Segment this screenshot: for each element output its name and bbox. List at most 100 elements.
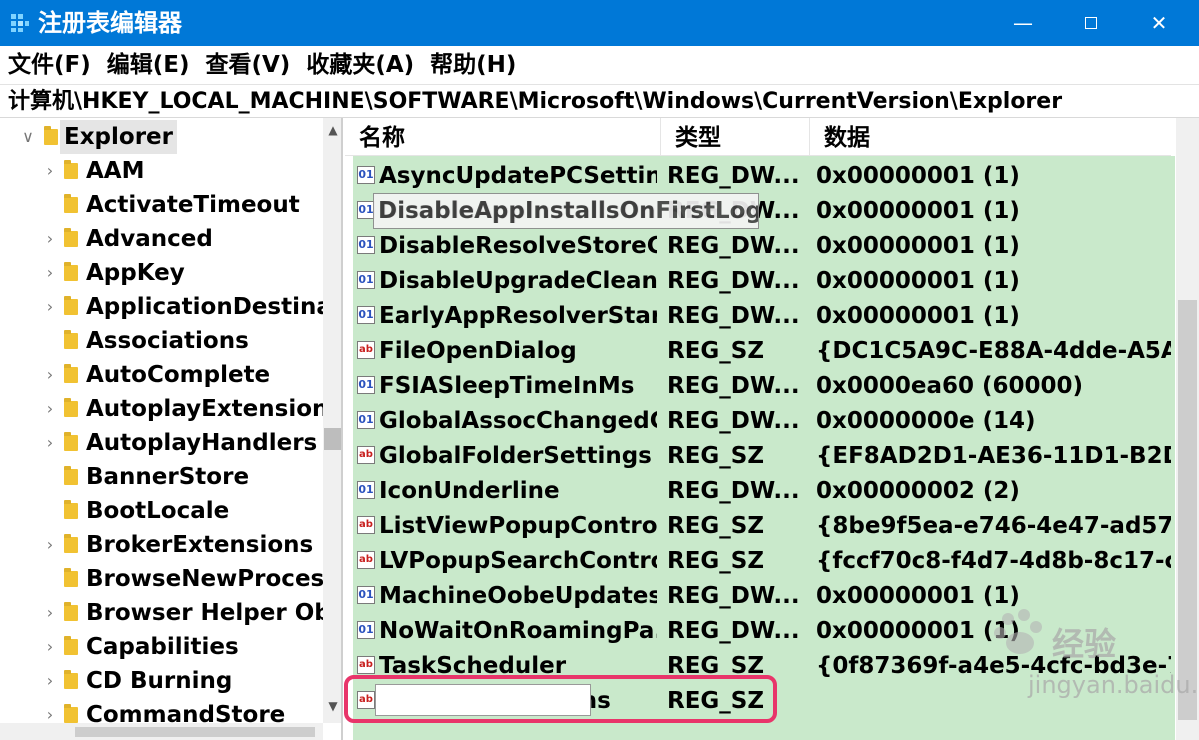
menu-bar: 文件(F) 编辑(E) 查看(V) 收藏夹(A) 帮助(H) [0,46,1199,84]
tree-item[interactable]: › AAM [0,154,323,188]
tree-item-label: Explorer [60,120,177,154]
chevron-right-icon[interactable]: › [42,256,58,290]
folder-icon [44,126,58,145]
menu-view[interactable]: 查看(V) [206,48,291,82]
tree-item[interactable]: › BrokerExtensions [0,528,323,562]
value-row[interactable]: 01 IconUnderline REG_DW... 0x00000002 (2) [353,473,1175,508]
value-row[interactable]: 01DisableUpgradeCleanup REG_DW... 0x000000… [353,263,1175,298]
regedit-icon [11,14,29,32]
tree-item[interactable]: › AutoplayExtensions [0,392,323,426]
minimize-button[interactable]: — [989,0,1057,46]
paw-logo-icon [994,609,1042,654]
menu-edit[interactable]: 编辑(E) [107,48,190,82]
value-row[interactable]: 01AsyncUpdatePCSettings REG_DW... 0x000000… [353,158,1175,193]
value-row[interactable]: 01DisableResolveStoreC... REG_DW... 0x0000… [353,228,1175,263]
tree-item[interactable]: › ApplicationDestinati [0,290,323,324]
tree-item[interactable]: › Advanced [0,222,323,256]
watermark: 经验 jingyan.baidu.com [990,605,1199,715]
value-name: IconUnderline [379,478,560,504]
tree-item[interactable]: ActivateTimeout [0,188,323,222]
tree-item-label: AutoplayExtensions [86,396,323,422]
tree-item[interactable]: BootLocale [0,494,323,528]
chevron-right-icon[interactable]: › [42,664,58,698]
tree-item[interactable]: Associations [0,324,323,358]
tree-item-label: BrokerExtensions [86,532,314,558]
chevron-down-icon[interactable]: ∨ [20,120,36,154]
value-data: 0x0000000e (14) [816,408,1036,434]
address-path[interactable]: 计算机\HKEY_LOCAL_MACHINE\SOFTWARE\Microsof… [8,86,1062,118]
scroll-down-icon[interactable]: ▼ [323,696,341,716]
folder-icon [64,330,78,349]
value-row[interactable]: ab ListViewPopupControl REG_SZ {8be9f5ea-e7… [353,508,1175,543]
menu-help[interactable]: 帮助(H) [430,48,516,82]
tree-item-explorer[interactable]: ∨ Explorer [0,120,323,154]
folder-icon [64,704,78,723]
maximize-button[interactable] [1057,0,1125,46]
value-data: {fccf70c8-f4d7-4d8b-8c17-c... [816,548,1171,574]
close-icon: ✕ [1150,11,1168,35]
value-row[interactable]: ab FileOpenDialog REG_SZ {DC1C5A9C-E88A-4dd… [353,333,1175,368]
value-name: DisableUpgradeCleanup [379,268,657,294]
menu-favorites[interactable]: 收藏夹(A) [306,48,414,82]
tree-item-label: Browser Helper Obje [86,600,323,626]
minimize-icon: — [1013,11,1033,35]
binary-value-icon: 01 [357,481,375,499]
value-data: 0x00000001 (1) [816,233,1020,259]
chevron-right-icon[interactable]: › [42,154,58,188]
value-type: REG_SZ [667,513,765,539]
value-row[interactable]: 01GlobalAssocChangedC... REG_DW... 0x00000… [353,403,1175,438]
value-name: MachineOobeUpdates [379,583,657,609]
value-data: {EF8AD2D1-AE36-11D1-B2D... [816,443,1171,469]
column-data[interactable]: 数据 [810,118,1171,156]
close-button[interactable]: ✕ [1125,0,1193,46]
tree-item[interactable]: BrowseNewProcess [0,562,323,596]
folder-icon [64,432,78,451]
value-row[interactable]: 01 EarlyAppResolverStart REG_DW... 0x000000… [353,298,1175,333]
tree-item-label: ActivateTimeout [86,192,300,218]
tree-item[interactable]: › Browser Helper Obje [0,596,323,630]
tree-item[interactable]: › AutoplayHandlers [0,426,323,460]
string-value-icon: ab [357,516,375,534]
value-data: 0x00000001 (1) [816,303,1020,329]
folder-icon [64,466,78,485]
folder-icon [64,228,78,247]
column-type[interactable]: 类型 [661,118,810,156]
folder-icon [64,262,78,281]
tree-item[interactable]: › Capabilities [0,630,323,664]
tree-item[interactable]: BannerStore [0,460,323,494]
value-row[interactable]: 01 FSIASleepTimeInMs REG_DW... 0x0000ea60 (… [353,368,1175,403]
folder-icon [64,160,78,179]
window-title: 注册表编辑器 [38,9,182,37]
scroll-up-icon[interactable]: ▲ [323,120,341,140]
value-name: ListViewPopupControl [379,513,657,539]
tree-scroll-thumb[interactable] [324,428,341,450]
tree-item[interactable]: › CD Burning [0,664,323,698]
tree-item[interactable]: › AppKey [0,256,323,290]
address-bar[interactable]: 计算机\HKEY_LOCAL_MACHINE\SOFTWARE\Microsof… [0,84,1199,118]
chevron-right-icon[interactable]: › [42,528,58,562]
binary-value-icon: 01 [357,621,375,639]
value-data: 0x0000ea60 (60000) [816,373,1084,399]
folder-icon [64,364,78,383]
menu-file[interactable]: 文件(F) [8,48,91,82]
column-name[interactable]: 名称 [345,118,661,156]
tree-hscroll-thumb[interactable] [75,727,315,737]
chevron-right-icon[interactable]: › [42,630,58,664]
key-tree[interactable]: ∨ Explorer › AAM ActivateTimeout › Advanced ›… [0,118,343,740]
tree-item-label: CD Burning [86,668,233,694]
tree-item-label: BootLocale [86,498,230,524]
chevron-right-icon[interactable]: › [42,392,58,426]
value-type: REG_DW... [667,303,800,329]
chevron-right-icon[interactable]: › [42,426,58,460]
chevron-right-icon[interactable]: › [42,358,58,392]
title-bar[interactable]: 注册表编辑器 — ✕ [0,0,1199,46]
chevron-right-icon[interactable]: › [42,596,58,630]
value-row[interactable]: ab GlobalFolderSettings REG_SZ {EF8AD2D1-AE… [353,438,1175,473]
value-row[interactable]: ab LVPopupSearchControl REG_SZ {fccf70c8-f4… [353,543,1175,578]
chevron-right-icon[interactable]: › [42,290,58,324]
string-value-icon: ab [357,341,375,359]
chevron-right-icon[interactable]: › [42,222,58,256]
tree-vertical-scrollbar[interactable] [323,118,341,723]
binary-value-icon: 01 [357,376,375,394]
tree-item[interactable]: › AutoComplete [0,358,323,392]
